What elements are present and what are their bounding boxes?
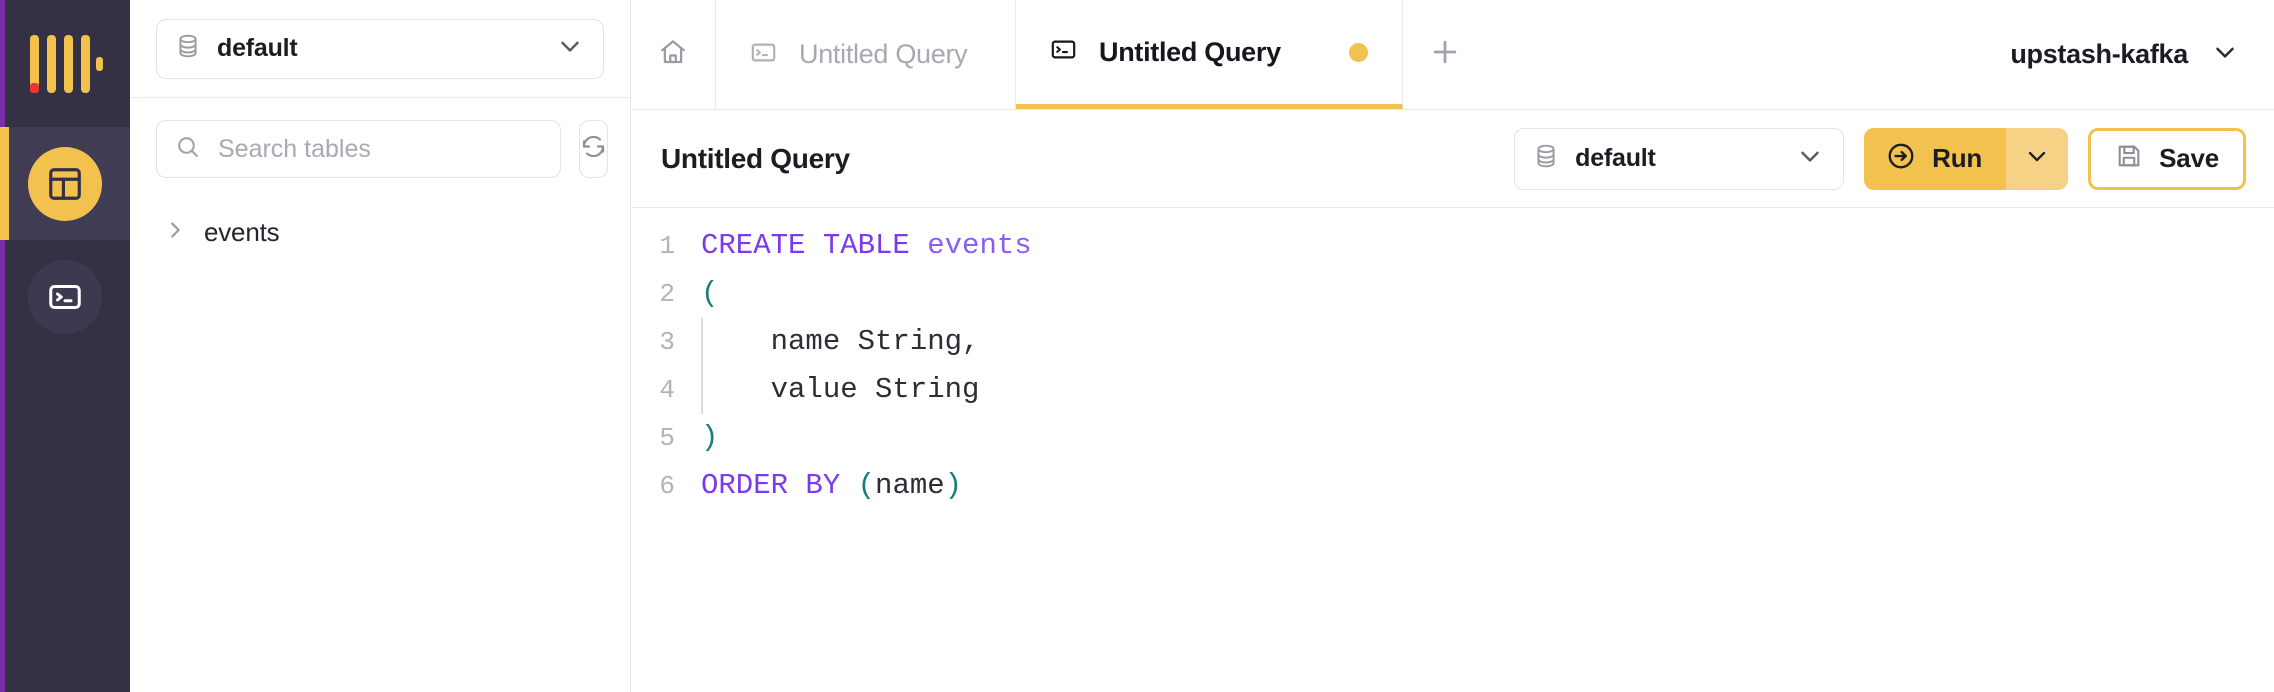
tab-untitled-query-1[interactable]: Untitled Query [716,0,1016,109]
toolbar-database-select[interactable]: default [1514,128,1844,190]
add-tab-button[interactable] [1403,0,1487,109]
query-title[interactable]: Untitled Query [659,143,1494,175]
save-button[interactable]: Save [2088,128,2246,190]
organization-selector[interactable]: upstash-kafka [1976,0,2274,109]
terminal-icon [28,260,102,334]
tab-untitled-query-2[interactable]: Untitled Query [1016,0,1403,109]
code-token: ( [701,277,718,310]
tab-bar: Untitled Query Untitled Query [631,0,2274,110]
code-text[interactable]: value String [693,366,979,414]
app-root: default [0,0,2274,692]
code-line: 1CREATE TABLE events [631,222,2274,270]
code-token: name String, [701,325,979,358]
line-number: 5 [631,414,693,462]
left-rail [0,0,130,692]
run-options-button[interactable] [2006,128,2068,190]
code-token: ) [945,469,962,502]
code-line: 5) [631,414,2274,462]
home-icon [658,37,688,72]
tables-tree: events [130,178,630,254]
table-tree-item-label: events [204,217,279,248]
upstash-logo[interactable] [0,0,130,127]
code-lines: 1CREATE TABLE events2(3 name String,4 va… [631,222,2274,510]
code-line: 3 name String, [631,318,2274,366]
tab-bar-spacer [1487,0,1977,109]
sidebar-database-select[interactable]: default [156,19,604,79]
main-panel: Untitled Query Untitled Query [631,0,2274,692]
code-line: 2( [631,270,2274,318]
query-toolbar: Untitled Query default [631,110,2274,208]
toolbar-database-value: default [1575,144,1779,173]
chevron-down-icon [1795,141,1825,176]
search-tables-box[interactable] [156,120,561,178]
code-text[interactable]: CREATE TABLE events [693,222,1032,270]
search-input[interactable] [216,134,542,165]
line-number: 1 [631,222,693,270]
line-number: 4 [631,366,693,414]
run-button-label: Run [1932,143,1982,174]
floppy-disk-icon [2115,142,2143,175]
tab-label: Untitled Query [799,39,967,70]
refresh-tables-button[interactable] [579,120,608,178]
code-text[interactable]: ORDER BY (name) [693,462,962,510]
run-button-group: Run [1864,128,2068,190]
plus-icon [1428,35,1462,74]
save-button-label: Save [2159,143,2219,174]
tab-label: Untitled Query [1099,37,1281,68]
run-button[interactable]: Run [1864,128,2006,190]
layout-panels-icon [28,147,102,221]
chevron-down-icon [555,31,585,66]
indent-guide [701,366,703,414]
chevron-down-icon [2023,142,2051,175]
line-number: 6 [631,462,693,510]
home-tab-button[interactable] [631,0,716,109]
code-text[interactable]: ) [693,414,718,462]
code-token: events [927,229,1031,262]
database-icon [1533,143,1559,174]
sidebar-header: default [130,0,630,98]
code-token: ) [701,421,718,454]
sidebar-item-console[interactable] [0,240,130,353]
code-token: CREATE TABLE [701,229,927,262]
code-token: name [875,469,945,502]
organization-name: upstash-kafka [2010,39,2188,70]
sidebar-database-value: default [217,34,539,63]
database-icon [175,33,201,64]
arrow-circle-right-icon [1886,141,1916,176]
code-line: 4 value String [631,366,2274,414]
tables-sidebar: default [130,0,631,692]
refresh-icon [580,133,607,165]
code-token: ( [858,469,875,502]
code-text[interactable]: name String, [693,318,979,366]
tab-unsaved-dot-icon [1349,43,1368,62]
code-token: value String [701,373,979,406]
code-line: 6ORDER BY (name) [631,462,2274,510]
line-number: 3 [631,318,693,366]
chevron-right-icon[interactable] [164,219,186,246]
indent-guide [701,318,703,366]
line-number: 2 [631,270,693,318]
query-icon [750,39,777,71]
sidebar-item-browser[interactable] [0,127,130,240]
sidebar-search-row [130,98,630,178]
chevron-down-icon [2210,37,2240,72]
table-tree-item-events[interactable]: events [156,210,604,254]
sql-editor[interactable]: 1CREATE TABLE events2(3 name String,4 va… [631,208,2274,692]
search-icon [175,134,200,164]
query-icon [1050,36,1077,68]
code-token: ORDER BY [701,469,858,502]
code-text[interactable]: ( [693,270,718,318]
